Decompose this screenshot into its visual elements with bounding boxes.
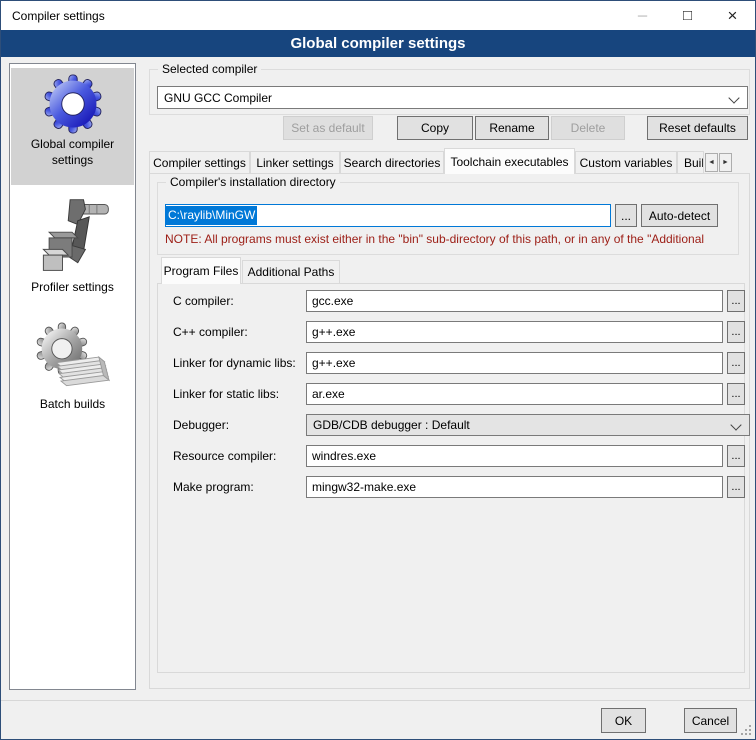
titlebar-controls: ─ □ × bbox=[620, 1, 755, 30]
browse-make-program-button[interactable]: ... bbox=[727, 476, 745, 498]
minimize-icon[interactable]: ─ bbox=[620, 1, 665, 30]
tab-custom-variables[interactable]: Custom variables bbox=[575, 151, 677, 173]
auto-detect-button[interactable]: Auto-detect bbox=[641, 204, 718, 227]
browse-resource-compiler-button[interactable]: ... bbox=[727, 445, 745, 467]
selected-path-text: C:\raylib\MinGW bbox=[166, 206, 257, 225]
set-as-default-button[interactable]: Set as default bbox=[283, 116, 373, 140]
reset-defaults-button[interactable]: Reset defaults bbox=[647, 116, 748, 140]
resource-compiler-input[interactable] bbox=[306, 445, 723, 467]
titlebar: Compiler settings ─ □ × bbox=[1, 1, 755, 30]
tab-search-directories[interactable]: Search directories bbox=[340, 151, 444, 173]
bin-subdirectory-note: NOTE: All programs must exist either in … bbox=[165, 232, 731, 246]
tab-linker-settings[interactable]: Linker settings bbox=[250, 151, 340, 173]
settings-category-list: Global compiler settings Profiler settin… bbox=[9, 63, 136, 690]
ok-button[interactable]: OK bbox=[601, 708, 646, 733]
sidebar-item-profiler-settings[interactable]: Profiler settings bbox=[11, 189, 134, 311]
linker-static-label: Linker for static libs: bbox=[173, 383, 279, 405]
linker-static-input[interactable] bbox=[306, 383, 723, 405]
debugger-select-value: GDB/CDB debugger : Default bbox=[313, 418, 470, 432]
browse-c-compiler-button[interactable]: ... bbox=[727, 290, 745, 312]
cancel-button[interactable]: Cancel bbox=[684, 708, 737, 733]
resize-grip[interactable] bbox=[741, 725, 752, 736]
cpp-compiler-input[interactable] bbox=[306, 321, 723, 343]
sidebar-item-batch-builds[interactable]: Batch builds bbox=[11, 316, 134, 426]
debugger-label: Debugger: bbox=[173, 414, 229, 436]
tab-compiler-settings[interactable]: Compiler settings bbox=[149, 151, 250, 173]
maximize-icon[interactable]: □ bbox=[665, 1, 710, 30]
close-icon[interactable]: × bbox=[710, 1, 755, 30]
installation-directory-input[interactable]: C:\raylib\MinGW bbox=[165, 204, 611, 227]
footer-divider bbox=[1, 700, 755, 701]
compiler-select-value: GNU GCC Compiler bbox=[164, 91, 272, 105]
rename-button[interactable]: Rename bbox=[475, 116, 549, 140]
debugger-select[interactable]: GDB/CDB debugger : Default bbox=[306, 414, 750, 436]
sidebar-item-global-compiler-settings[interactable]: Global compiler settings bbox=[11, 68, 134, 185]
browse-cpp-compiler-button[interactable]: ... bbox=[727, 321, 745, 343]
gear-stack-icon bbox=[34, 322, 112, 394]
delete-button[interactable]: Delete bbox=[551, 116, 625, 140]
chevron-down-icon bbox=[730, 419, 741, 430]
tab-program-files[interactable]: Program Files bbox=[161, 257, 241, 284]
linker-dynamic-input[interactable] bbox=[306, 352, 723, 374]
tab-build-options[interactable]: Build options bbox=[677, 151, 704, 173]
sidebar-item-label: Batch builds bbox=[11, 394, 134, 418]
cpp-compiler-label: C++ compiler: bbox=[173, 321, 248, 343]
tab-scroll-left-icon[interactable]: ◄ bbox=[705, 153, 718, 172]
tab-additional-paths[interactable]: Additional Paths bbox=[242, 260, 340, 283]
selected-compiler-legend: Selected compiler bbox=[158, 62, 261, 76]
sidebar-item-label: Global compiler settings bbox=[11, 134, 134, 174]
caliper-icon bbox=[30, 195, 116, 277]
gear-blue-icon bbox=[43, 74, 103, 134]
tab-scroll-right-icon[interactable]: ► bbox=[719, 153, 732, 172]
copy-button[interactable]: Copy bbox=[397, 116, 473, 140]
linker-dynamic-label: Linker for dynamic libs: bbox=[173, 352, 296, 374]
browse-directory-button[interactable]: ... bbox=[615, 204, 637, 227]
resource-compiler-label: Resource compiler: bbox=[173, 445, 276, 467]
make-program-label: Make program: bbox=[173, 476, 254, 498]
tab-toolchain-executables[interactable]: Toolchain executables bbox=[444, 148, 575, 174]
browse-linker-static-button[interactable]: ... bbox=[727, 383, 745, 405]
compiler-select[interactable]: GNU GCC Compiler bbox=[157, 86, 748, 109]
sidebar-item-label: Profiler settings bbox=[11, 277, 134, 301]
browse-linker-dynamic-button[interactable]: ... bbox=[727, 352, 745, 374]
c-compiler-label: C compiler: bbox=[173, 290, 234, 312]
c-compiler-input[interactable] bbox=[306, 290, 723, 312]
compiler-settings-dialog: Compiler settings ─ □ × Global compiler … bbox=[0, 0, 756, 740]
chevron-down-icon bbox=[728, 92, 739, 103]
window-title: Compiler settings bbox=[1, 9, 105, 23]
page-title: Global compiler settings bbox=[1, 30, 755, 57]
installation-directory-legend: Compiler's installation directory bbox=[166, 175, 340, 189]
make-program-input[interactable] bbox=[306, 476, 723, 498]
